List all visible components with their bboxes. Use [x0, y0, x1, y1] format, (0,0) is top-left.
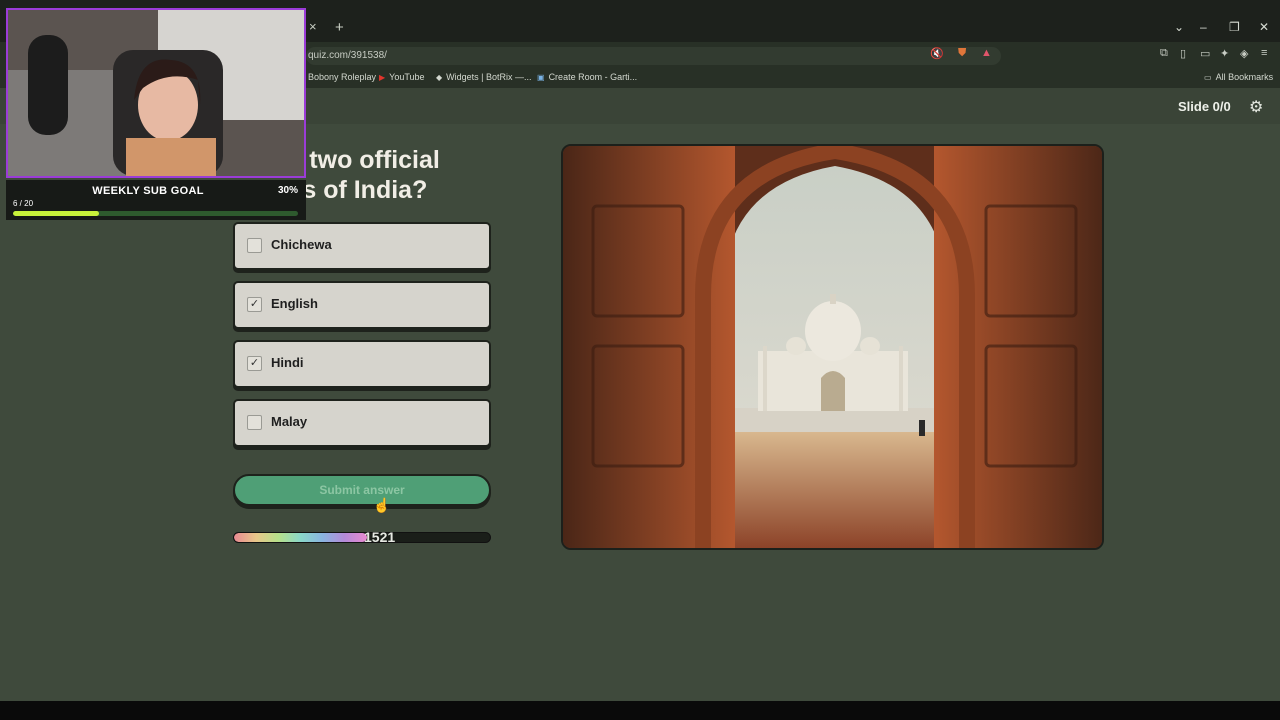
- tab-close-icon[interactable]: ×: [309, 19, 317, 34]
- timer-value: 1521: [364, 529, 396, 545]
- answer-option-chichewa[interactable]: Chichewa: [233, 222, 491, 270]
- webcam-overlay: [6, 8, 306, 178]
- bookmark-label: Bobony Roleplay: [308, 72, 377, 82]
- brave-rewards-icon[interactable]: ▲: [981, 47, 992, 59]
- url-field[interactable]: quiz.com/391538/: [306, 47, 1001, 65]
- bookmark-item[interactable]: ▶ YouTube: [379, 72, 425, 82]
- checkbox[interactable]: ✓: [247, 297, 262, 312]
- browser-window: × + ⌄ – ❐ ✕ quiz.com/391538/ 🔇 ⛊ ▲ ⧉ ▯ ▭…: [0, 0, 1280, 720]
- sidebar-icon[interactable]: ▯: [1180, 47, 1186, 60]
- extensions-icon[interactable]: ⧉: [1160, 47, 1168, 60]
- bookmark-item[interactable]: ▣ Create Room - Garti...: [537, 72, 637, 82]
- new-tab-button[interactable]: +: [335, 19, 344, 36]
- sub-goal-percent: 30%: [278, 185, 299, 196]
- vpn-icon[interactable]: ◈: [1240, 47, 1248, 60]
- question-image: [561, 144, 1104, 550]
- sub-goal-bar: [13, 211, 298, 216]
- mouse-cursor-icon: ☝: [373, 497, 391, 513]
- slide-counter: Slide 0/0: [1178, 99, 1231, 114]
- option-label: Malay: [271, 414, 308, 429]
- botrix-icon: ◆: [436, 73, 443, 82]
- bottom-strip: [0, 701, 1280, 720]
- tab-search-icon[interactable]: ⌄: [1174, 20, 1184, 34]
- bookmark-item[interactable]: Bobony Roleplay: [308, 72, 376, 82]
- checkbox[interactable]: ✓: [247, 356, 262, 371]
- window-close-icon[interactable]: ✕: [1259, 20, 1269, 34]
- restore-icon[interactable]: ❐: [1229, 20, 1240, 34]
- answer-option-english[interactable]: ✓ English: [233, 281, 491, 329]
- answer-option-hindi[interactable]: ✓ Hindi: [233, 340, 491, 388]
- sub-goal-count: 6 / 20: [13, 199, 34, 208]
- option-label: Chichewa: [271, 237, 332, 252]
- option-label: English: [271, 296, 318, 311]
- bookmark-label: YouTube: [389, 72, 425, 82]
- url-text: quiz.com/391538/: [308, 50, 387, 61]
- menu-icon[interactable]: ≡: [1261, 47, 1267, 59]
- sub-goal-fill: [13, 211, 99, 216]
- option-label: Hindi: [271, 355, 304, 370]
- bookmark-label: Widgets | BotRix —...: [446, 72, 532, 82]
- all-bookmarks-button[interactable]: ▭ All Bookmarks: [1204, 72, 1273, 82]
- wallet-icon[interactable]: ▭: [1200, 47, 1210, 60]
- minimize-icon[interactable]: –: [1200, 20, 1207, 34]
- mute-icon[interactable]: 🔇: [930, 47, 944, 60]
- all-bookmarks-label: All Bookmarks: [1215, 72, 1274, 82]
- folder-icon: ▭: [1204, 73, 1212, 82]
- sub-goal-title: WEEKLY SUB GOAL: [92, 185, 204, 197]
- bookmark-label: Create Room - Garti...: [548, 72, 638, 82]
- checkbox[interactable]: [247, 238, 262, 253]
- sub-goal-widget: WEEKLY SUB GOAL 30% 6 / 20: [6, 180, 306, 220]
- timer-bar: [233, 532, 491, 543]
- leo-ai-icon[interactable]: ✦: [1220, 47, 1229, 60]
- timer-fill: [234, 533, 368, 542]
- youtube-icon: ▶: [379, 73, 386, 82]
- brave-shield-icon[interactable]: ⛊: [958, 47, 966, 60]
- gartic-icon: ▣: [537, 73, 545, 82]
- checkbox[interactable]: [247, 415, 262, 430]
- submit-answer-button[interactable]: Submit answer: [233, 474, 491, 506]
- gear-icon[interactable]: ⚙: [1249, 97, 1263, 117]
- answer-option-malay[interactable]: Malay: [233, 399, 491, 447]
- bookmark-item[interactable]: ◆ Widgets | BotRix —...: [436, 72, 532, 82]
